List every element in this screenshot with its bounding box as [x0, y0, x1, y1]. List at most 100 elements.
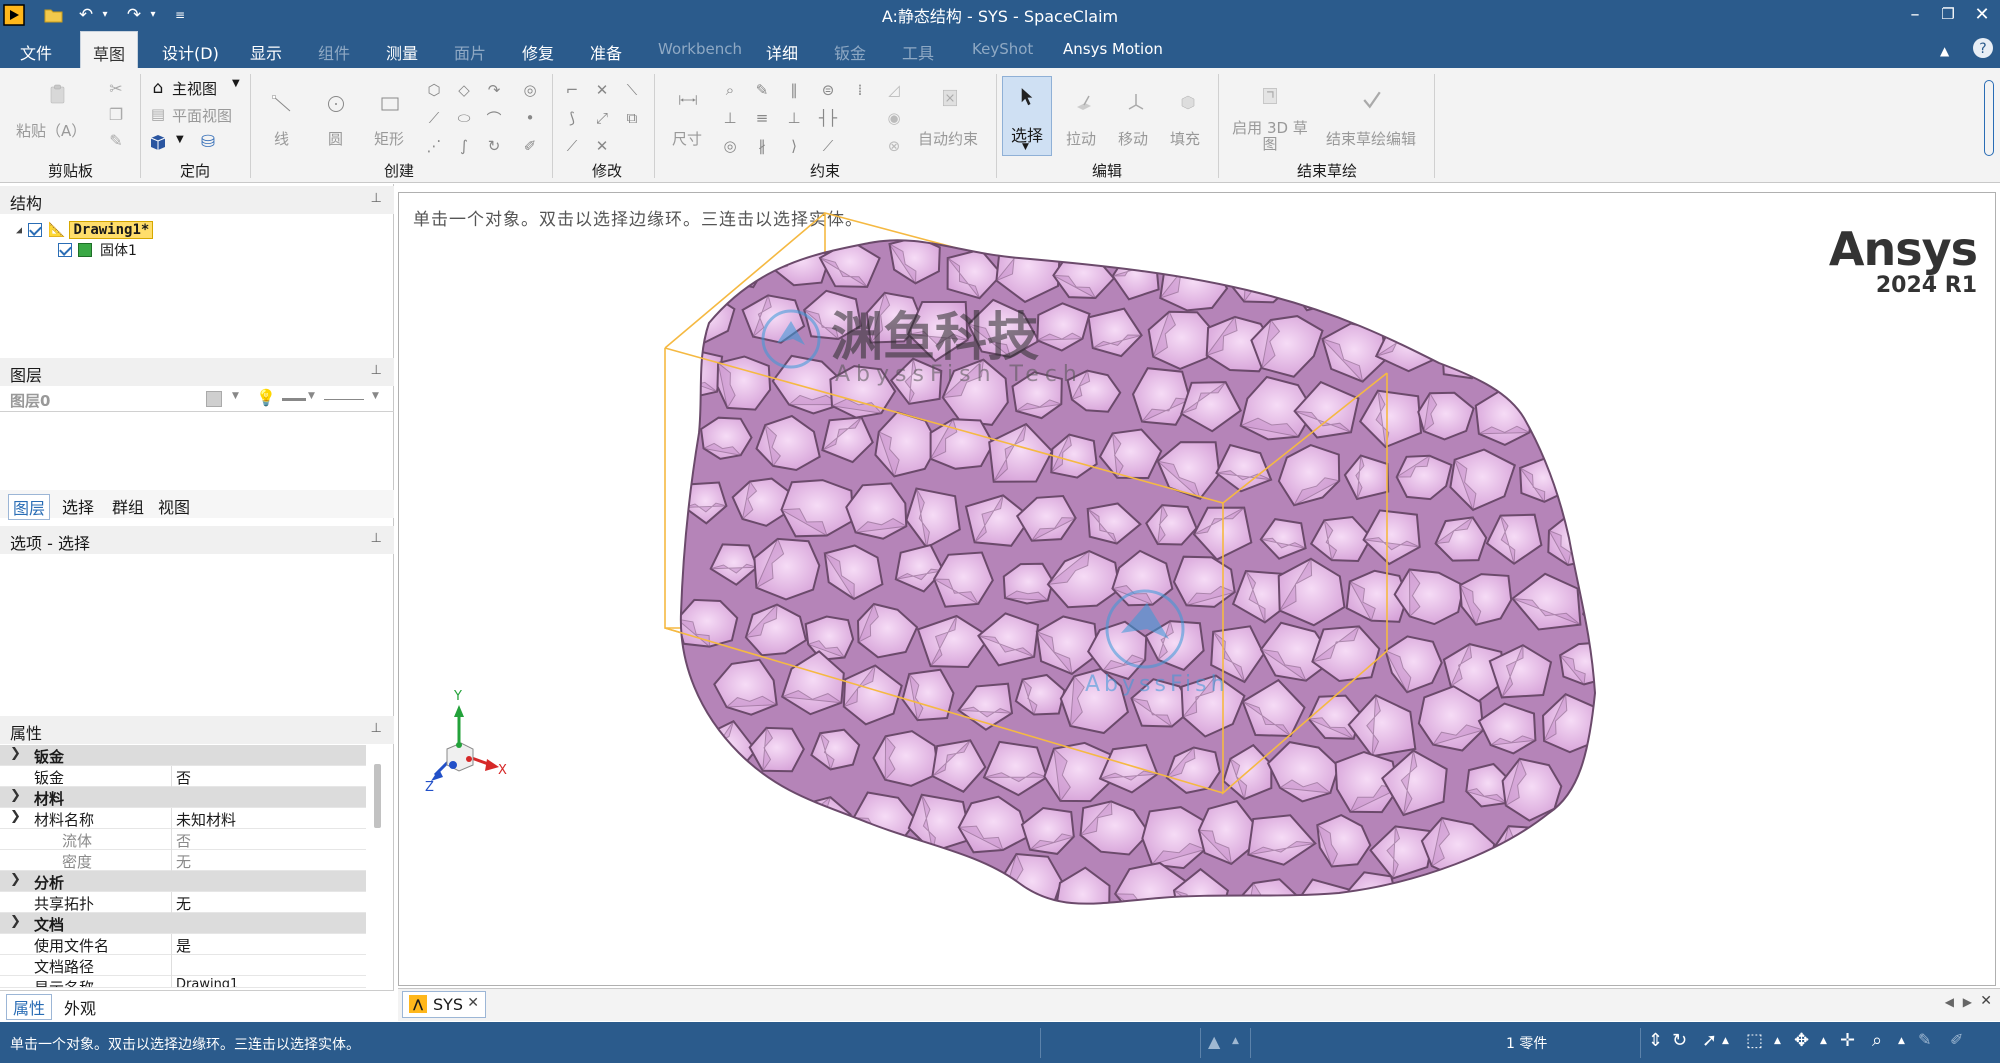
- tree-node-drawing[interactable]: ◢ 📐 Drawing1*: [16, 220, 154, 240]
- collapse-ribbon-icon[interactable]: ▲: [1940, 33, 1949, 72]
- fill-icon[interactable]: [1168, 82, 1208, 122]
- coincident-constraint-icon[interactable]: ≡: [752, 108, 772, 128]
- collapse-triangle-icon[interactable]: ◢: [16, 225, 22, 236]
- subtab-views[interactable]: 视图: [158, 494, 190, 518]
- home-view-icon[interactable]: ⌂: [148, 78, 168, 98]
- tab-display[interactable]: 显示: [250, 29, 282, 68]
- box-select-dropdown-icon[interactable]: ▲: [1774, 1036, 1781, 1046]
- visibility-checkbox[interactable]: [28, 223, 43, 237]
- property-row[interactable]: 密度无: [0, 850, 366, 871]
- close-tab-icon[interactable]: ✕: [467, 995, 479, 1011]
- zoom-dropdown-icon[interactable]: ▲: [1898, 1036, 1905, 1046]
- chevron-down-icon[interactable]: ❯: [10, 746, 21, 761]
- fix-constraint-icon[interactable]: ✎: [752, 80, 772, 100]
- plane-view-button[interactable]: 平面视图: [172, 105, 232, 126]
- spin-icon[interactable]: ⇕: [1648, 1030, 1663, 1051]
- property-row[interactable]: ❯ 材料名称 未知材料: [0, 808, 366, 829]
- tab-appearance[interactable]: 外观: [64, 995, 96, 1019]
- copy-curve-icon[interactable]: ⧉: [622, 108, 642, 128]
- line-weight-dropdown-icon[interactable]: ▼: [308, 391, 315, 401]
- subtab-selection[interactable]: 选择: [62, 494, 94, 518]
- property-category[interactable]: ❯ 钣金: [0, 745, 366, 766]
- enable-3d-sketch-icon[interactable]: [1252, 78, 1288, 114]
- property-row[interactable]: 使用文件名是: [0, 934, 366, 955]
- angle-constraint-icon[interactable]: ⟋: [818, 136, 838, 156]
- scroll-right-icon[interactable]: ▶: [1963, 995, 1972, 1009]
- chevron-down-icon[interactable]: ❯: [10, 788, 21, 803]
- property-row[interactable]: 文档路径: [0, 955, 366, 976]
- paste-icon[interactable]: [38, 74, 78, 114]
- face-curve-icon[interactable]: ✐: [520, 136, 540, 156]
- orbit-icon[interactable]: ✥: [1794, 1030, 1809, 1051]
- doc-tab-sys[interactable]: ⋀ SYS ✕: [402, 991, 486, 1018]
- midpoint-constraint-icon[interactable]: ∦: [752, 136, 772, 156]
- pin-icon[interactable]: ⊥: [371, 363, 382, 378]
- construction-line-icon[interactable]: ⋰: [424, 136, 444, 156]
- view-cube-icon[interactable]: [148, 132, 168, 152]
- tab-facets[interactable]: 面片: [454, 29, 486, 68]
- spline-tool-icon[interactable]: ∫: [454, 136, 474, 156]
- three-point-arc-icon[interactable]: ↻: [484, 136, 504, 156]
- property-row[interactable]: 显示名称 Drawing1: [0, 976, 366, 988]
- home-view-dropdown-icon[interactable]: ▼: [232, 78, 240, 89]
- delete-constraints-icon[interactable]: ⊗: [884, 136, 904, 156]
- scroll-left-icon[interactable]: ◀: [1945, 995, 1954, 1009]
- point-tool-icon[interactable]: •: [520, 108, 540, 128]
- split-curve-icon[interactable]: ⟍: [622, 80, 642, 100]
- property-row[interactable]: 流体否: [0, 829, 366, 850]
- properties-scrollbar[interactable]: [374, 764, 381, 828]
- property-row[interactable]: 钣金否: [0, 766, 366, 787]
- ribbon-scroll-indicator[interactable]: [1984, 80, 1994, 156]
- create-corner-icon[interactable]: ⌐: [562, 80, 582, 100]
- bend-icon[interactable]: ⟋: [562, 136, 582, 156]
- cut-icon[interactable]: ✂: [106, 78, 126, 98]
- vertical-constraint-icon[interactable]: ⁞: [850, 80, 870, 100]
- offset-curve-icon[interactable]: ⟆: [562, 108, 582, 128]
- 3d-viewport[interactable]: 单击一个对象。双击以选择边缘环。三连击以选择实体。 Ansys 2024 R1: [398, 192, 1996, 986]
- extend-curve-icon[interactable]: ⤢: [592, 108, 612, 128]
- tab-design[interactable]: 设计(D): [162, 29, 219, 68]
- format-painter-icon[interactable]: ✎: [106, 130, 126, 150]
- minimize-icon[interactable]: –: [1898, 1, 1932, 27]
- tree-node-solid[interactable]: 固体1: [58, 240, 137, 260]
- show-constraints-icon[interactable]: ◿: [884, 80, 904, 100]
- tab-file[interactable]: 文件: [20, 29, 52, 68]
- parallel-constraint-icon[interactable]: ∥: [784, 80, 804, 100]
- sketch-line-icon[interactable]: ✐: [1950, 1030, 1963, 1049]
- tab-properties[interactable]: 属性: [6, 994, 53, 1020]
- end-sketch-icon[interactable]: [1352, 80, 1392, 120]
- property-category[interactable]: ❯ 文档: [0, 913, 366, 934]
- tab-assembly[interactable]: 组件: [318, 29, 350, 68]
- close-all-icon[interactable]: ✕: [1980, 993, 1992, 1009]
- dimension-icon[interactable]: [664, 82, 712, 118]
- equal-constraint-icon[interactable]: ⊜: [818, 80, 838, 100]
- pin-icon[interactable]: ⊥: [371, 531, 382, 546]
- visibility-checkbox[interactable]: [58, 243, 72, 257]
- subtab-layers[interactable]: 图层: [8, 494, 51, 520]
- tab-workbench[interactable]: Workbench: [658, 29, 742, 68]
- layer-name[interactable]: 图层0: [10, 390, 50, 411]
- symmetric-constraint-icon[interactable]: ┤├: [818, 108, 838, 128]
- property-row[interactable]: 共享拓扑无: [0, 892, 366, 913]
- foam-model[interactable]: 渊鱼科技 AbyssFish Tech AbyssFish Y X Z: [399, 193, 1996, 986]
- warning-icon[interactable]: ▲: [1208, 1032, 1220, 1051]
- chevron-down-icon[interactable]: ❯: [10, 914, 21, 929]
- tab-detail[interactable]: 详细: [766, 29, 798, 68]
- warning-dropdown-icon[interactable]: ▲: [1232, 1036, 1239, 1046]
- perpendicular-constraint-icon[interactable]: ⊥: [784, 108, 804, 128]
- layer-color-dropdown-icon[interactable]: ▼: [232, 391, 239, 401]
- plane-view-icon[interactable]: ▤: [148, 104, 168, 124]
- line-style-dropdown-icon[interactable]: ▼: [372, 391, 379, 401]
- ellipse-tool-icon[interactable]: ⬭: [454, 108, 474, 128]
- tab-measure[interactable]: 测量: [386, 29, 418, 68]
- line-style-icon[interactable]: [324, 399, 364, 400]
- orient-icon[interactable]: ⛁: [198, 132, 218, 152]
- pin-icon[interactable]: ⊥: [371, 721, 382, 736]
- tab-ansys-motion[interactable]: Ansys Motion: [1063, 29, 1163, 68]
- layer-color-swatch[interactable]: [206, 391, 222, 407]
- select-mode-dropdown-icon[interactable]: ▲: [1722, 1036, 1729, 1046]
- line-weight-icon[interactable]: [282, 398, 306, 401]
- tab-sheetmetal[interactable]: 钣金: [834, 29, 866, 68]
- chevron-down-icon[interactable]: ❯: [10, 872, 21, 887]
- zoom-icon[interactable]: ⌕: [1872, 1030, 1882, 1051]
